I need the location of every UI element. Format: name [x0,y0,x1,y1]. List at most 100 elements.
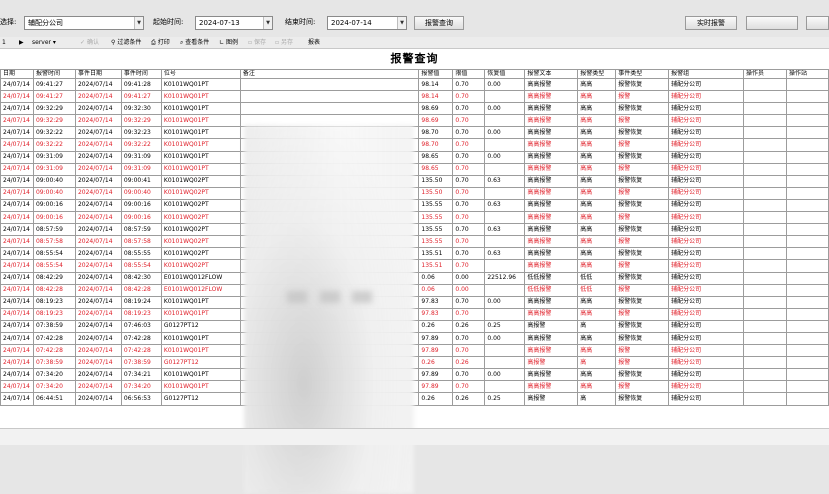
table-row[interactable]: 24/07/14 09:00:16 2024/07/14 09:00:16 K0101W… [0,198,829,213]
table-row[interactable]: 24/07/14 08:19:23 2024/07/14 08:19:24 K0101W… [0,295,829,309]
table-cell: 09:00:41 [120,174,162,188]
column-header[interactable]: 报警值 [418,69,454,79]
table-cell: E0101WQ012FLOW [160,283,241,297]
table-cell: 09:32:30 [120,102,162,116]
table-row[interactable]: 24/07/14 07:38:59 2024/07/14 07:38:59 G0127P… [0,356,829,370]
column-header[interactable]: 位号 [160,69,241,79]
table-row[interactable]: 24/07/14 08:55:54 2024/07/14 08:55:55 K0101W… [0,247,829,261]
table-row[interactable]: 24/07/14 09:32:29 2024/07/14 09:32:29 K0101W… [0,114,829,128]
table-row[interactable]: 24/07/14 07:34:20 2024/07/14 07:34:21 K0101W… [0,368,829,382]
report-title: 报警查询 [390,52,439,65]
save-as-button[interactable]: ▫ 另存 [275,37,293,49]
table-cell: 07:38:59 [32,319,76,333]
table-row[interactable]: 24/07/14 09:41:27 2024/07/14 09:41:28 K0101W… [0,77,829,92]
table-row[interactable]: 24/07/14 08:42:28 2024/07/14 08:42:28 E0101W… [0,283,829,297]
table-cell: 24/07/14 [0,126,34,140]
table-row[interactable]: 24/07/14 09:00:16 2024/07/14 09:00:16 K0101W… [0,211,829,225]
table-cell [743,126,787,140]
table-cell: 0.25 [484,392,526,406]
table-cell: 报警恢复 [615,102,670,116]
table-row[interactable]: 24/07/14 09:32:22 2024/07/14 09:32:22 K0101W… [0,138,829,152]
column-header[interactable]: 操作站 [785,69,829,79]
column-header[interactable]: 事件类型 [615,69,670,79]
chart-label: 图例 [225,39,238,46]
table-row[interactable]: 24/07/14 09:32:22 2024/07/14 09:32:23 K0101W… [0,126,829,140]
chevron-down-icon[interactable]: ▼ [134,17,143,29]
table-row[interactable]: 24/07/14 08:57:59 2024/07/14 08:57:59 K0101W… [0,223,829,237]
chart-button[interactable]: ∟ 图例 [219,37,238,49]
report-button[interactable]: 报表 [308,37,320,49]
unit-select[interactable]: 辅配分公司 ▼ [24,16,144,30]
disabled-button[interactable] [746,16,798,30]
table-cell: K0101WQ01PT [160,150,241,164]
column-header[interactable]: 报警组 [668,69,745,79]
table-row[interactable]: 24/07/14 06:44:51 2024/07/14 06:56:53 G0127P… [0,392,829,406]
table-row[interactable]: 24/07/14 09:00:40 2024/07/14 09:00:41 K0101W… [0,174,829,188]
table-cell: 2024/07/14 [74,223,122,237]
table-cell: 0.70 [452,174,486,188]
start-date-picker[interactable]: 2024-07-13 ▼ [195,16,273,30]
column-header[interactable]: 恢复值 [484,69,526,79]
table-row[interactable]: 24/07/14 08:57:58 2024/07/14 08:57:58 K0101W… [0,235,829,249]
table-cell: 24/07/14 [0,138,34,152]
table-cell: 09:32:22 [32,138,76,152]
horizontal-scrollbar[interactable] [0,428,829,445]
realtime-alarm-button[interactable]: 实时报警 [685,16,737,30]
table-cell: 0.26 [418,356,454,370]
table-cell: 高高 [577,247,617,261]
confirm-button[interactable]: ✓ 确认 [80,37,99,49]
column-header[interactable]: 日期 [0,69,34,79]
save-button[interactable]: ▫ 保存 [248,37,266,49]
table-row[interactable]: 24/07/14 07:42:28 2024/07/14 07:42:28 K0101W… [0,344,829,358]
column-header[interactable]: 报警类型 [577,69,617,79]
server-select[interactable]: server ▾ [32,37,56,49]
table-cell: 报警 [615,283,670,297]
table-row[interactable]: 24/07/14 07:42:28 2024/07/14 07:42:28 K0101W… [0,331,829,346]
table-cell [785,90,829,104]
column-header[interactable]: 备注 [239,69,420,79]
column-header[interactable]: 事件日期 [74,69,122,79]
table-cell: 0.70 [452,368,486,382]
confirm-label: 确认 [86,39,99,46]
column-header[interactable]: 报警时间 [32,69,76,79]
table-row[interactable]: 24/07/14 09:31:09 2024/07/14 09:31:09 K0101W… [0,162,829,176]
table-header-row: 日期 报警时间 事件日期 事件时间 位号 备注 报警值 限值 恢复值 报警文本 报警类型 事件类型 报警… [0,69,829,79]
calendar-dropdown-icon[interactable]: ▼ [397,17,406,29]
table-row[interactable]: 24/07/14 08:42:29 2024/07/14 08:42:30 E0101W… [0,271,829,285]
next-page-icon[interactable]: ▶ [19,37,24,49]
table-cell: 高高 [577,186,617,200]
table-cell: 24/07/14 [0,295,34,309]
column-header[interactable]: 操作员 [743,69,787,79]
table-cell: 辅配分公司 [668,174,745,188]
table-cell: 09:00:40 [32,174,76,188]
table-row[interactable]: 24/07/14 09:31:09 2024/07/14 09:31:09 K0101W… [0,150,829,164]
table-cell: K0101WQ01PT [160,138,241,152]
filter-button[interactable]: ⚲ 过滤条件 [111,37,141,49]
table-row[interactable]: 24/07/14 08:55:54 2024/07/14 08:55:54 K0101W… [0,259,829,273]
table-row[interactable]: 24/07/14 09:00:40 2024/07/14 09:00:40 K0101W… [0,186,829,200]
table-cell: 2024/07/14 [74,392,122,406]
column-header[interactable]: 限值 [452,69,486,79]
table-cell: 报警 [615,307,670,321]
table-cell: 0.70 [452,307,486,321]
table-cell: 08:55:55 [120,247,162,261]
end-date-picker[interactable]: 2024-07-14 ▼ [327,16,407,30]
table-cell [785,259,829,273]
table-row[interactable]: 24/07/14 08:19:23 2024/07/14 08:19:23 K0101W… [0,307,829,321]
table-row[interactable]: 24/07/14 07:38:59 2024/07/14 07:46:03 G0127P… [0,319,829,333]
column-header[interactable]: 报警文本 [524,69,579,79]
column-header[interactable]: 事件时间 [120,69,162,79]
table-cell: 0.70 [452,186,486,200]
table-cell: 98.65 [418,150,454,164]
extra-button[interactable] [806,16,829,30]
calendar-dropdown-icon[interactable]: ▼ [263,17,272,29]
table-cell: 报警恢复 [615,331,670,346]
table-row[interactable]: 24/07/14 07:34:20 2024/07/14 07:34:20 K0101W… [0,380,829,394]
alarm-query-button[interactable]: 报警查询 [414,16,464,30]
print-button[interactable]: ⎙ 打印 [151,37,170,49]
table-cell: 135.51 [418,247,454,261]
table-row[interactable]: 24/07/14 09:32:29 2024/07/14 09:32:30 K0101W… [0,102,829,116]
table-row[interactable]: 24/07/14 09:41:27 2024/07/14 09:41:27 K0101W… [0,90,829,104]
query-condition-button[interactable]: ⌕ 查看条件 [180,37,209,49]
table-cell: 报警 [615,344,670,358]
